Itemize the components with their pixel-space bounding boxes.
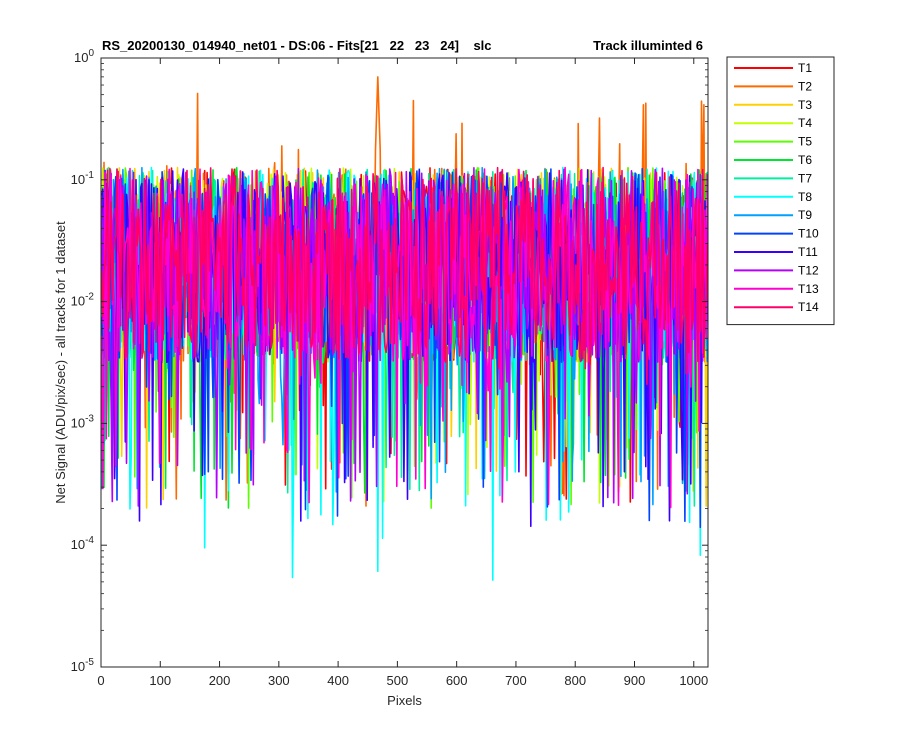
legend-label-t4: T4: [798, 116, 812, 130]
legend-label-t7: T7: [798, 171, 812, 185]
legend-label-t11: T11: [798, 245, 818, 259]
legend-label-t2: T2: [798, 79, 812, 93]
legend: T1 T2 T3 T4 T5 T6 T7 T8 T9 T10 T11 T12 T13 T14: [726, 56, 835, 326]
legend-label-t13: T13: [798, 282, 819, 296]
x-tick-label: 0: [97, 673, 104, 688]
legend-label-t9: T9: [798, 208, 812, 222]
legend-label-t10: T10: [798, 227, 819, 241]
legend-label-t6: T6: [798, 153, 812, 167]
y-tick-label: 10-1: [71, 170, 95, 187]
chart-title: RS_20200130_014940_net01 - DS:06 - Fits[…: [102, 38, 492, 53]
x-tick-label: 800: [564, 673, 586, 688]
legend-label-t14: T14: [798, 300, 819, 314]
y-tick-label: 10-5: [71, 657, 95, 674]
x-axis-label: Pixels: [387, 693, 422, 708]
legend-label-t8: T8: [798, 190, 812, 204]
chart: 0 100 200 300 400 500 600 700 800 900 1000 100 10-1…: [53, 38, 835, 708]
x-tick-label: 700: [505, 673, 527, 688]
y-tick-label: 10-3: [71, 413, 95, 430]
y-axis-label: Net Signal (ADU/pix/sec) - all tracks fo…: [53, 221, 68, 504]
x-tick-label: 400: [327, 673, 349, 688]
legend-label-t12: T12: [798, 263, 819, 277]
chart-title-right: Track illuminted 6: [593, 38, 703, 53]
legend-label-t3: T3: [798, 98, 812, 112]
x-tick-label: 600: [446, 673, 468, 688]
y-tick-label: 10-4: [71, 535, 95, 552]
legend-label-t5: T5: [798, 135, 812, 149]
x-tick-label: 300: [268, 673, 290, 688]
x-tick-label: 100: [149, 673, 171, 688]
x-tick-label: 200: [209, 673, 231, 688]
y-tick-label: 10-2: [71, 292, 95, 309]
x-tick-label: 500: [387, 673, 409, 688]
plot-lines: [101, 76, 708, 581]
x-tick-label: 1000: [679, 673, 708, 688]
y-tick-label: 100: [74, 48, 94, 65]
legend-label-t1: T1: [798, 61, 812, 75]
x-tick-label: 900: [624, 673, 646, 688]
